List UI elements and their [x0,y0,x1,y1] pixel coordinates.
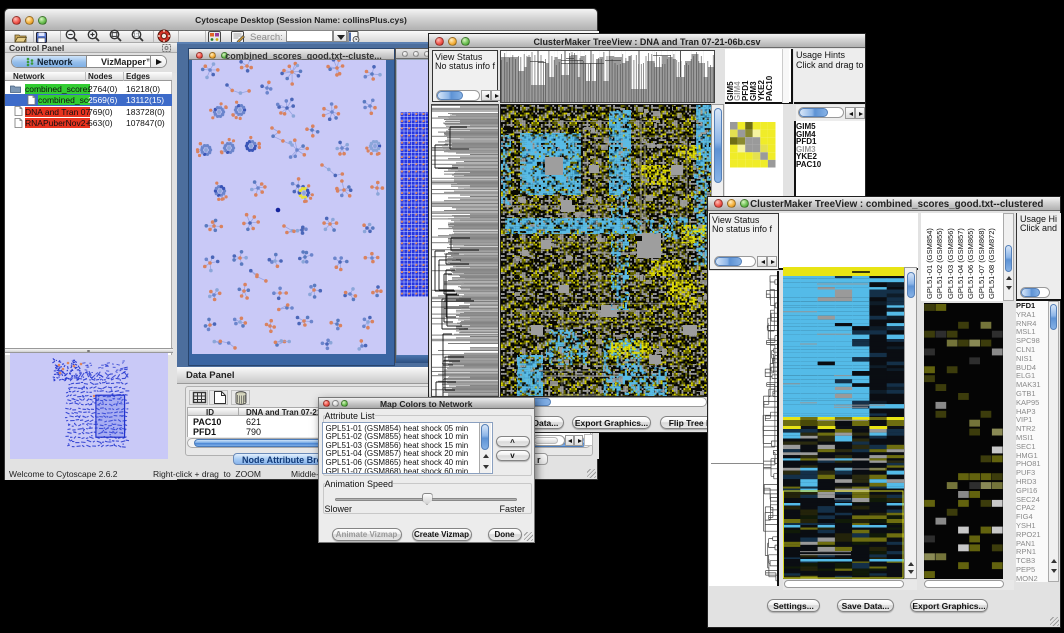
svg-text:1:1: 1:1 [133,33,140,39]
